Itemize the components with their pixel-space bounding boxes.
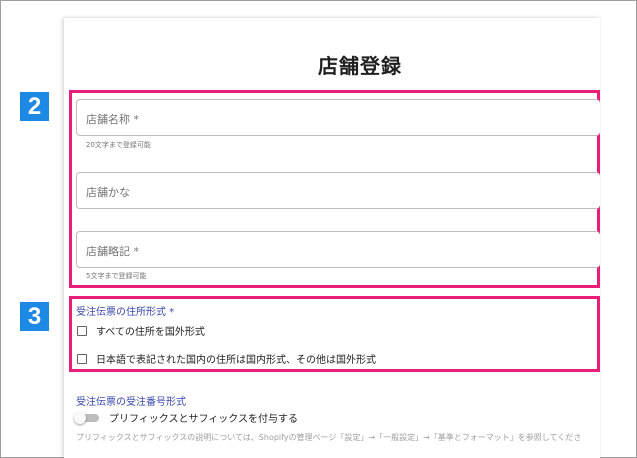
- step-2-badge: 2: [20, 92, 49, 121]
- prefix-suffix-toggle-row[interactable]: プリフィックスとサフィックスを付与する: [74, 410, 298, 425]
- page-title: 店舗登録: [318, 54, 402, 78]
- address-option-domestic[interactable]: 日本語で表記された国内の住所は国内形式、その他は国外形式: [77, 351, 376, 366]
- address-option-international[interactable]: すべての住所を国外形式: [77, 323, 205, 338]
- store-abbr-field[interactable]: 店舗略記 *: [76, 231, 600, 268]
- address-format-label: 受注伝票の住所形式 *: [76, 307, 175, 318]
- store-kana-field[interactable]: 店舗かな: [76, 172, 600, 209]
- store-name-field[interactable]: 店舗名称 *: [76, 99, 600, 136]
- store-abbr-hint: 5文字まで登録可能: [86, 272, 147, 280]
- order-number-format-label: 受注伝票の受注番号形式: [76, 397, 186, 408]
- store-kana-placeholder: 店舗かな: [86, 186, 130, 199]
- prefix-suffix-footnote: プリフィックスとサフィックスの説明については、Shopifyの管理ページ「設定」…: [76, 433, 582, 442]
- store-abbr-placeholder: 店舗略記 *: [86, 245, 139, 258]
- prefix-suffix-toggle[interactable]: [74, 411, 99, 424]
- store-name-hint: 20文字まで登録可能: [86, 141, 151, 149]
- address-option-international-label: すべての住所を国外形式: [96, 327, 205, 338]
- checkbox-international[interactable]: [77, 325, 87, 336]
- prefix-suffix-toggle-label: プリフィックスとサフィックスを付与する: [109, 414, 298, 425]
- checkbox-domestic[interactable]: [77, 353, 87, 364]
- toggle-knob: [74, 411, 86, 424]
- store-name-placeholder: 店舗名称 *: [86, 113, 139, 126]
- address-option-domestic-label: 日本語で表記された国内の住所は国内形式、その他は国外形式: [96, 355, 376, 366]
- step-3-badge: 3: [20, 302, 49, 331]
